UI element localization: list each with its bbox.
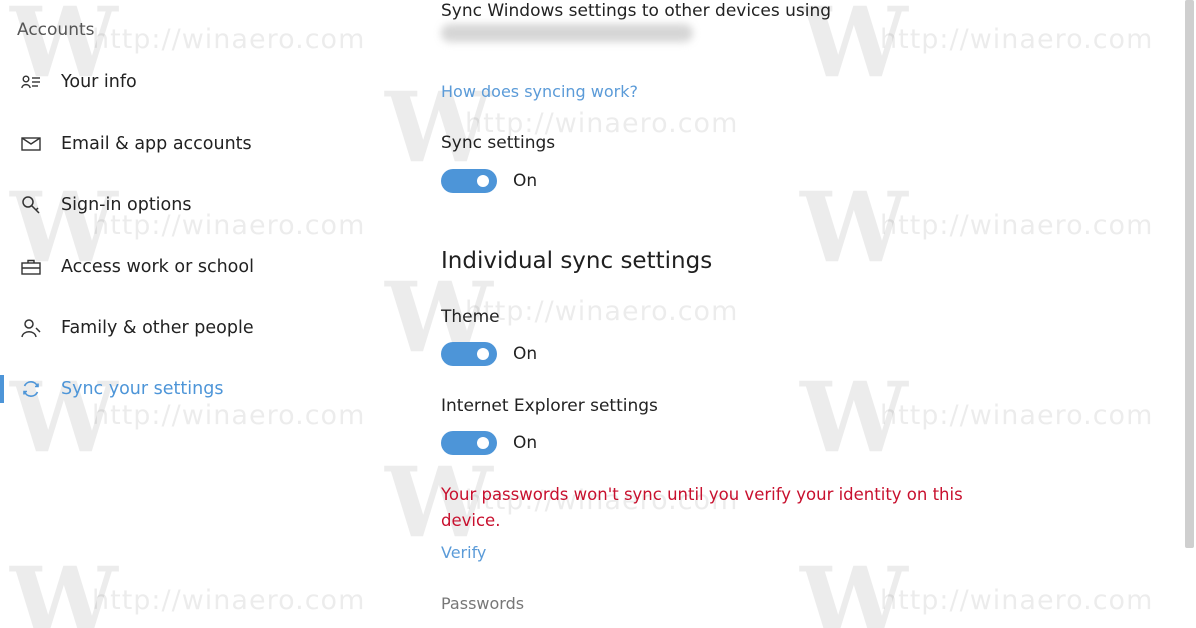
sidebar-item-sync[interactable]: Sync your settings bbox=[0, 369, 380, 409]
toggle-knob bbox=[477, 348, 489, 360]
sidebar-item-email-accounts[interactable]: Email & app accounts bbox=[0, 124, 380, 164]
sidebar-item-label: Email & app accounts bbox=[61, 134, 252, 154]
sync-icon bbox=[20, 378, 42, 400]
sidebar-item-label: Your info bbox=[61, 72, 137, 92]
sidebar-item-label: Sync your settings bbox=[61, 379, 224, 399]
sidebar-item-access-work[interactable]: Access work or school bbox=[0, 247, 380, 287]
individual-sync-heading: Individual sync settings bbox=[441, 248, 713, 274]
password-warning: Your passwords won't sync until you veri… bbox=[441, 485, 963, 530]
theme-toggle-row: On bbox=[441, 341, 537, 367]
sidebar-item-label: Access work or school bbox=[61, 257, 254, 277]
toggle-state-text: On bbox=[513, 433, 538, 453]
redacted-account-email bbox=[441, 24, 693, 42]
briefcase-icon bbox=[20, 256, 42, 278]
person-card-icon bbox=[20, 71, 42, 93]
toggle-state-text: On bbox=[513, 344, 538, 364]
sidebar-item-label: Sign-in options bbox=[61, 195, 192, 215]
scrollbar[interactable] bbox=[1185, 0, 1194, 548]
person-add-icon bbox=[20, 317, 42, 339]
sidebar-item-family[interactable]: Family & other people bbox=[0, 308, 380, 348]
sidebar-item-your-info[interactable]: Your info bbox=[0, 62, 380, 102]
ie-settings-label: Internet Explorer settings bbox=[441, 396, 658, 416]
sidebar: Accounts Your info Email & app accounts bbox=[0, 0, 390, 628]
sidebar-title: Accounts bbox=[17, 20, 95, 40]
toggle-state-text: On bbox=[513, 171, 538, 191]
theme-label: Theme bbox=[441, 307, 500, 327]
ie-settings-toggle[interactable] bbox=[441, 431, 497, 455]
passwords-label: Passwords bbox=[441, 594, 525, 613]
toggle-knob bbox=[477, 175, 489, 187]
main-content: Sync Windows settings to other devices u… bbox=[441, 0, 1181, 628]
verify-link[interactable]: Verify bbox=[441, 543, 486, 562]
sync-settings-toggle[interactable] bbox=[441, 169, 497, 193]
sync-settings-toggle-row: On bbox=[441, 168, 537, 194]
sidebar-item-sign-in-options[interactable]: Sign-in options bbox=[0, 185, 380, 225]
ie-settings-toggle-row: On bbox=[441, 430, 537, 456]
sync-settings-label: Sync settings bbox=[441, 133, 556, 153]
theme-toggle[interactable] bbox=[441, 342, 497, 366]
active-indicator bbox=[0, 375, 4, 403]
toggle-knob bbox=[477, 437, 489, 449]
how-syncing-works-link[interactable]: How does syncing work? bbox=[441, 82, 638, 101]
envelope-icon bbox=[20, 133, 42, 155]
settings-window: W http://winaero.com W http://winaero.co… bbox=[0, 0, 1196, 628]
sidebar-item-label: Family & other people bbox=[61, 318, 254, 338]
sync-intro-text: Sync Windows settings to other devices u… bbox=[441, 1, 832, 21]
key-icon bbox=[20, 194, 42, 216]
